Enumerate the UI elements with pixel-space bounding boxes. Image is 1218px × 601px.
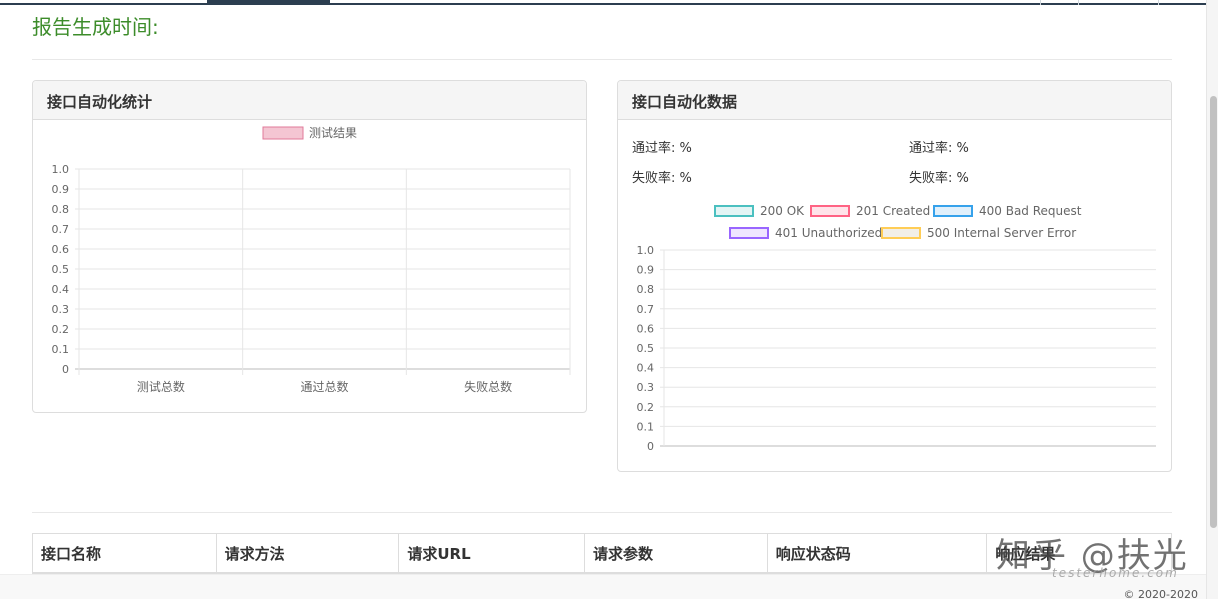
fail-rate-2: 失败率: % xyxy=(909,167,969,186)
legend-label: 201 Created xyxy=(856,204,931,218)
legend-label: 200 OK xyxy=(760,204,805,218)
pass-rate-label: 通过率: xyxy=(632,141,676,156)
x-tick-label: 失败总数 xyxy=(464,379,512,394)
legend-swatch-icon xyxy=(810,205,850,217)
fail-rate-label: 失败率: xyxy=(909,171,953,186)
nav-separator xyxy=(1078,0,1079,5)
legend-swatch-icon xyxy=(262,126,304,140)
fail-rate-value: % xyxy=(679,171,692,186)
table-header-method[interactable]: 请求方法 xyxy=(217,534,400,572)
top-nav-bar xyxy=(0,0,1206,5)
legend-label: 500 Internal Server Error xyxy=(927,226,1077,240)
stats-panel: 接口自动化统计 测试结果 1.0 0.9 0.8 0.7 0.6 0.5 0.4 0.3 0.2 0… xyxy=(32,80,587,413)
table-header-params[interactable]: 请求参数 xyxy=(585,534,768,572)
legend-swatch-icon xyxy=(933,205,973,217)
y-tick-label: 0 xyxy=(62,363,69,376)
legend-label: 测试结果 xyxy=(309,125,357,140)
legend-201-created[interactable]: 201 Created xyxy=(810,204,930,218)
y-tick-label: 0.4 xyxy=(52,283,70,296)
vertical-scrollbar[interactable] xyxy=(1206,0,1218,599)
y-tick-label: 0 xyxy=(647,440,654,453)
y-tick-label: 0.1 xyxy=(52,343,70,356)
copyright-text: © 2020-2020 xyxy=(1123,588,1198,601)
stats-bar-chart: 测试结果 1.0 0.9 0.8 0.7 0.6 0.5 0.4 0.3 0.2 0.1 0 测试总数 通… xyxy=(52,125,571,394)
y-tick-label: 0.7 xyxy=(52,223,70,236)
legend-401-unauthorized[interactable]: 401 Unauthorized xyxy=(729,226,882,240)
scrollbar-thumb[interactable] xyxy=(1210,96,1217,528)
stats-panel-title: 接口自动化统计 xyxy=(33,81,586,120)
fail-rate-value: % xyxy=(956,171,969,186)
legend-200-ok[interactable]: 200 OK xyxy=(714,204,804,218)
legend-label: 400 Bad Request xyxy=(979,204,1082,218)
fail-rate-label: 失败率: xyxy=(632,171,676,186)
table-header-status-code[interactable]: 响应状态码 xyxy=(768,534,988,572)
y-tick-label: 0.3 xyxy=(637,381,655,394)
active-nav-tab[interactable] xyxy=(207,0,330,5)
data-panel-title: 接口自动化数据 xyxy=(618,81,1171,120)
fail-rate-1: 失败率: % xyxy=(632,167,692,186)
x-tick-label: 测试总数 xyxy=(137,379,185,394)
section-divider xyxy=(32,512,1172,513)
y-tick-label: 0.4 xyxy=(637,362,655,375)
data-panel: 接口自动化数据 通过率: % 通过率: % 失败率: % 失败率: % 200 … xyxy=(617,80,1172,472)
y-tick-label: 0.8 xyxy=(637,283,655,296)
legend-swatch-icon xyxy=(881,227,921,239)
y-tick-label: 0.9 xyxy=(52,183,70,196)
y-tick-label: 0.2 xyxy=(52,323,70,336)
pass-rate-label: 通过率: xyxy=(909,141,953,156)
legend-swatch-icon xyxy=(729,227,769,239)
watermark-sub-logo: testerhome.com xyxy=(1052,566,1179,580)
legend-500-internal-server-error[interactable]: 500 Internal Server Error xyxy=(881,226,1076,240)
table-header-url[interactable]: 请求URL xyxy=(399,534,586,572)
y-tick-label: 0.9 xyxy=(637,264,655,277)
y-tick-label: 0.8 xyxy=(52,203,70,216)
data-line-chart: 1.0 0.9 0.8 0.7 0.6 0.5 0.4 0.3 0.2 0.1 0 xyxy=(637,244,1156,453)
legend-swatch-icon xyxy=(714,205,754,217)
y-tick-label: 1.0 xyxy=(637,244,655,257)
pass-rate-value: % xyxy=(679,141,692,156)
footer: © 2020-2020 xyxy=(0,574,1206,601)
nav-separator xyxy=(1040,0,1041,5)
pass-rate-value: % xyxy=(956,141,969,156)
y-tick-label: 0.5 xyxy=(52,263,70,276)
y-tick-label: 0.6 xyxy=(52,243,70,256)
pass-rate-2: 通过率: % xyxy=(909,137,969,156)
legend-label: 401 Unauthorized xyxy=(775,226,883,240)
legend-400-bad-request[interactable]: 400 Bad Request xyxy=(933,204,1081,218)
y-tick-label: 0.7 xyxy=(637,303,655,316)
y-tick-label: 0.3 xyxy=(52,303,70,316)
y-tick-label: 0.6 xyxy=(637,322,655,335)
y-tick-label: 1.0 xyxy=(52,163,70,176)
section-divider xyxy=(32,59,1172,60)
y-tick-label: 0.1 xyxy=(637,420,655,433)
x-tick-label: 通过总数 xyxy=(300,379,348,394)
y-tick-label: 0.5 xyxy=(637,342,655,355)
pass-rate-1: 通过率: % xyxy=(632,137,692,156)
report-time-label: 报告生成时间: xyxy=(32,15,159,39)
table-header-api-name[interactable]: 接口名称 xyxy=(33,534,217,572)
y-tick-label: 0.2 xyxy=(637,401,655,414)
nav-separator xyxy=(1158,0,1159,5)
